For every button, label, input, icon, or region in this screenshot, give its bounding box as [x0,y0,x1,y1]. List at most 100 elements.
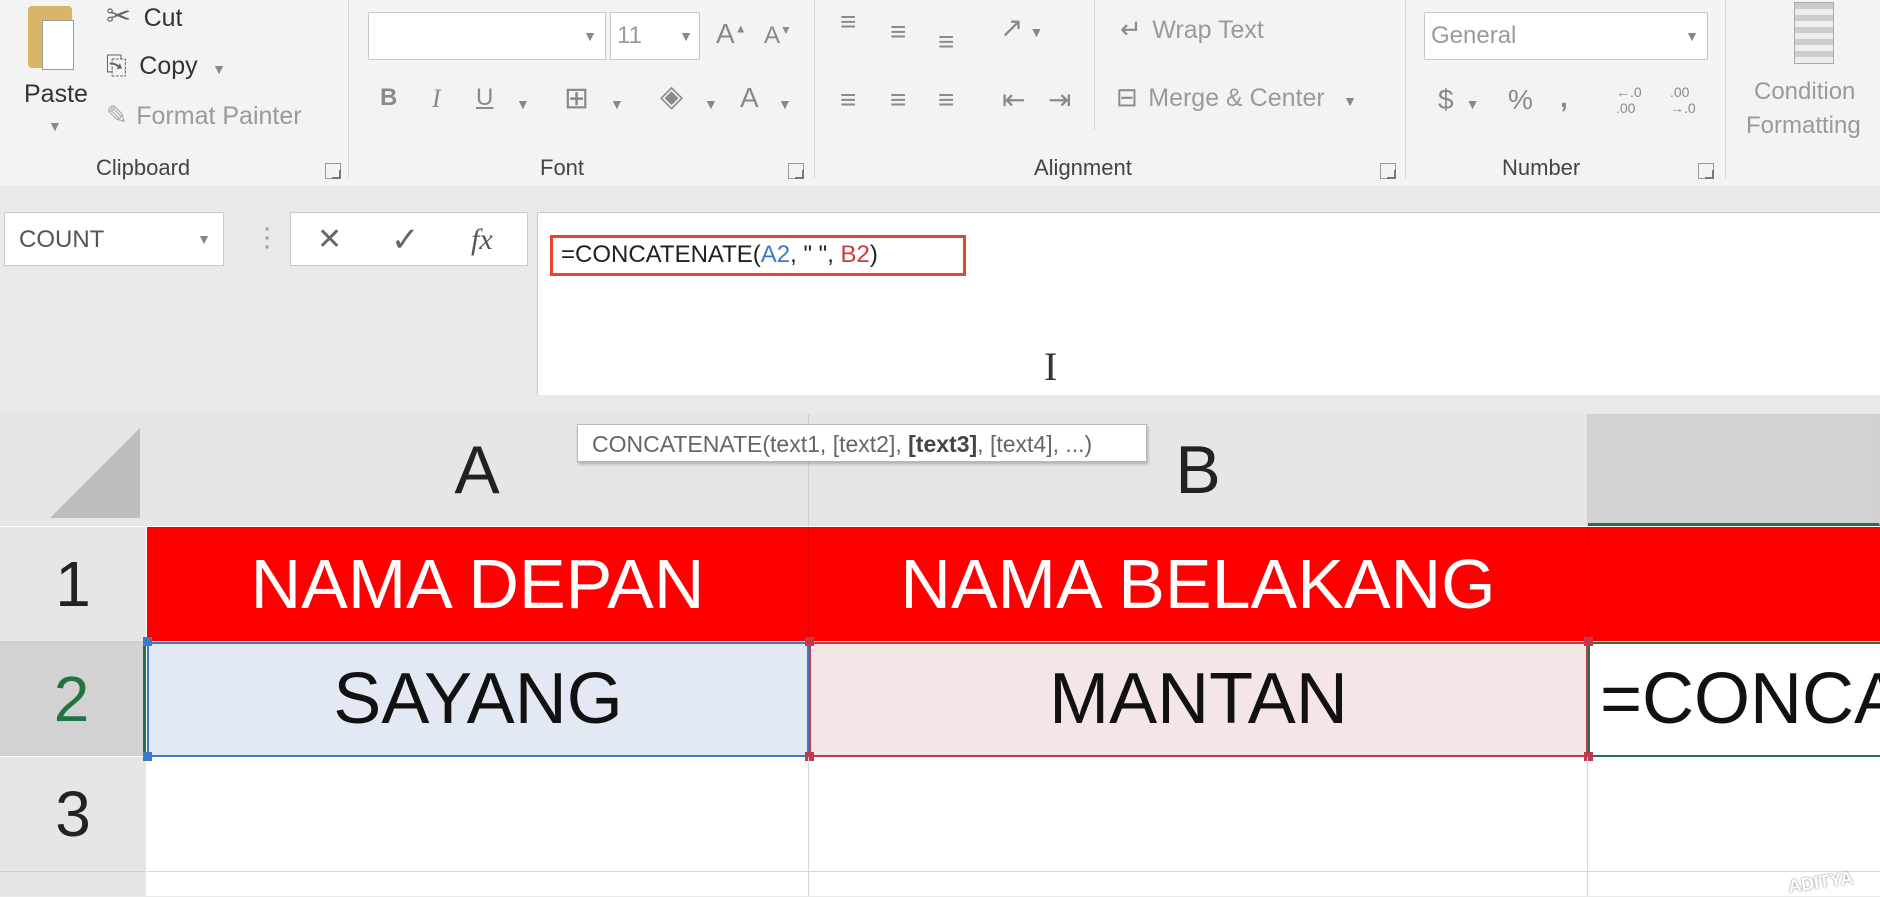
cell-c3[interactable] [1588,757,1880,872]
name-box[interactable]: COUNT ▼ [4,212,224,266]
enter-icon[interactable]: ✓ [391,223,420,257]
row-header-2[interactable]: 2 [0,642,146,756]
merge-dropdown-icon[interactable]: ▼ [1343,93,1357,109]
fill-color-button[interactable]: ◈ [660,82,683,112]
cell-b1[interactable]: NAMA BELAKANG [809,527,1588,642]
formula-highlight-box: =CONCATENATE(A2, " ", B2) [550,235,966,276]
number-group-label: Number [1502,155,1581,180]
row-header-1[interactable]: 1 [0,527,146,642]
borders-dropdown-icon[interactable]: ▼ [610,96,624,112]
cell-c1[interactable] [1588,527,1880,642]
select-all-corner[interactable] [0,414,147,526]
underline-dropdown-icon[interactable]: ▼ [516,96,530,112]
orientation-button[interactable]: ↗ ▼ [1000,14,1043,42]
grow-font-button[interactable]: A▲ [716,20,747,48]
range-handle[interactable] [805,637,814,646]
cell-c2-active[interactable]: =CONCA [1588,642,1880,757]
cell-a2-text: SAYANG [333,659,623,739]
align-top-button[interactable]: ≡ [840,8,856,36]
paste-dropdown-icon[interactable]: ▼ [48,118,62,134]
italic-icon: I [432,84,441,113]
divider [1405,0,1406,178]
column-header-c[interactable] [1588,414,1880,526]
range-handle[interactable] [1584,637,1593,646]
cut-button[interactable]: ✂ Cut [106,2,183,33]
cell-a3[interactable] [147,757,809,872]
tooltip-arg1: text1 [770,431,820,457]
cell-b2[interactable]: MANTAN [809,642,1588,757]
comma-icon: , [1560,82,1568,113]
align-center-button[interactable]: ≡ [890,86,906,114]
cell-b2-text: MANTAN [1049,659,1348,739]
decrease-decimal-icon: .00 →.0 [1670,84,1696,116]
chevron-down-icon: ▼ [679,28,693,44]
shrink-font-button[interactable]: A▼ [764,24,792,48]
clipboard-group-label: Clipboard [96,155,191,180]
number-launcher-icon[interactable] [1698,163,1714,179]
comma-button[interactable]: , [1560,84,1568,112]
cancel-icon[interactable]: ✕ [317,225,342,255]
row-header-3-label: 3 [55,778,91,850]
merge-center-button[interactable]: ⊟ Merge & Center ▼ [1116,84,1357,113]
currency-button[interactable]: $ ▼ [1438,86,1479,114]
alignment-launcher-icon[interactable] [1380,163,1396,179]
tooltip-sep: , [819,431,833,457]
range-handle[interactable] [143,637,152,646]
divider [348,0,349,178]
cell-a1-text: NAMA DEPAN [250,545,705,623]
copy-button[interactable]: ⎘ Copy ▼ [106,52,226,81]
underline-button[interactable]: U [476,86,493,110]
borders-button[interactable]: ⊞ [564,84,589,114]
tooltip-arg4: [text4] [989,431,1053,457]
font-color-button[interactable]: A [740,84,759,112]
divider [1094,0,1095,130]
tooltip-func: CONCATENATE( [592,431,771,457]
cell-a1[interactable]: NAMA DEPAN [147,527,809,642]
number-format-combo[interactable]: General ▼ [1424,12,1708,60]
align-left-button[interactable]: ≡ [840,86,856,114]
align-middle-button[interactable]: ≡ [890,18,906,46]
copy-label: Copy [139,52,198,80]
increase-indent-button[interactable]: ⇥ [1048,86,1071,114]
clipboard-launcher-icon[interactable] [325,163,341,179]
currency-icon: $ [1438,84,1454,115]
merge-icon: ⊟ [1116,82,1138,112]
insert-function-icon[interactable]: fx [471,223,493,257]
formula-buttons: ✕ ✓ fx [290,212,528,266]
row-header-3[interactable]: 3 [0,757,146,872]
conditional-formatting-button[interactable]: Condition Formatting [1744,0,1880,150]
format-painter-label: Format Painter [136,102,302,130]
conditional-formatting-label-2: Formatting [1746,112,1861,139]
cell-a4[interactable] [147,872,809,896]
font-color-dropdown-icon[interactable]: ▼ [778,96,792,112]
font-launcher-icon[interactable] [788,163,804,179]
row-header-4[interactable] [0,872,146,896]
font-name-combo[interactable]: ▼ [368,12,606,60]
formula-bar-grip-icon[interactable]: ⋮ [254,222,280,253]
cell-b3[interactable] [809,757,1588,872]
format-painter-button[interactable]: ✎ Format Painter [106,102,302,131]
increase-indent-icon: ⇥ [1048,84,1072,115]
orientation-icon: ↗ [1000,12,1024,43]
copy-dropdown-icon[interactable]: ▼ [212,61,226,77]
decrease-decimal-button[interactable]: .00 →.0 [1670,84,1696,116]
percent-button[interactable]: % [1508,86,1533,114]
align-right-button[interactable]: ≡ [938,86,954,114]
fill-color-dropdown-icon[interactable]: ▼ [704,96,718,112]
bold-button[interactable]: B [380,86,397,110]
align-bottom-button[interactable]: ≡ [938,28,954,56]
font-size-combo[interactable]: 11 ▼ [610,12,700,60]
scissors-icon: ✂ [106,0,132,33]
name-box-value: COUNT [19,226,105,253]
paste-button[interactable]: Paste ▼ [18,4,90,134]
decrease-indent-button[interactable]: ⇤ [1002,86,1025,114]
paint-bucket-icon: ◈ [660,80,684,113]
grow-font-icon: A [716,18,735,49]
paintbrush-icon: ✎ [106,100,128,130]
wrap-text-button[interactable]: ↵ Wrap Text [1120,16,1264,45]
cell-a2[interactable]: SAYANG [147,642,809,757]
cell-b4[interactable] [809,872,1588,896]
increase-decimal-button[interactable]: ←.0 .00 [1616,84,1642,116]
italic-button[interactable]: I [432,86,441,112]
formula-suffix: ) [869,241,878,268]
